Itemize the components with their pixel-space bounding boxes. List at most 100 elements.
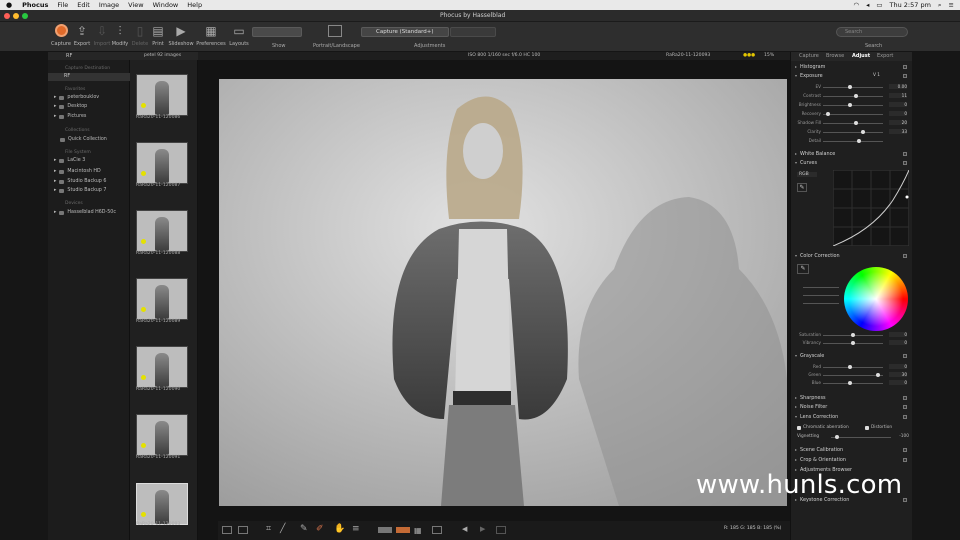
histogram-section[interactable]: ▸ Histogram [795,63,909,70]
crop-orientation-section[interactable]: ▸ Crop & Orientation [795,456,909,463]
slider-track[interactable] [823,141,883,142]
exposure-section[interactable]: ▾ Exposure V 1 [795,72,909,79]
close-window-button[interactable] [4,13,10,19]
enable-checkbox[interactable] [903,160,907,165]
tab-adjust[interactable]: Adjust [852,53,870,59]
loupe-button[interactable] [432,526,442,534]
slider-knob[interactable] [876,373,881,377]
previous-image-button[interactable]: ◀ [462,525,467,533]
enable-checkbox[interactable] [903,457,907,462]
slider-value[interactable]: 20 [889,120,907,125]
slider-track[interactable] [823,375,883,376]
menu-list-icon[interactable]: ≡ [949,1,954,9]
thumbnail[interactable] [136,278,188,320]
slider-track[interactable] [823,367,883,368]
scene-calibration-section[interactable]: ▸ Scene Calibration [795,446,909,453]
menu-file[interactable]: File [57,1,68,9]
capture-button[interactable]: Capture [50,24,72,47]
picker-tool-icon[interactable]: ✎ [300,524,308,534]
slider-value[interactable]: 0 [889,111,907,116]
capture-destination-item[interactable]: RF [48,73,130,81]
volume-item-3[interactable]: ▸ Studio Backup 7 [54,188,106,193]
slider-shadow-fill[interactable]: Shadow Fill 20 [795,120,909,126]
slider-track[interactable] [823,87,883,88]
slider-recovery[interactable]: Recovery 0 [795,111,909,117]
slider-knob[interactable] [856,139,861,143]
slider-track[interactable] [823,123,883,124]
slideshow-button[interactable]: ▶ Slideshow [168,24,194,47]
slider-knob[interactable] [861,130,866,134]
color-correction-section[interactable]: ▾ Color Correction [795,252,909,259]
white-balance-section[interactable]: ▸ White Balance [795,150,909,157]
slider-clarity[interactable]: Clarity 33 [795,129,909,135]
slider-knob[interactable] [848,381,853,385]
tab-capture[interactable]: Capture [799,53,819,59]
slider-vibrancy[interactable]: Vibrancy 0 [795,340,909,346]
rating-dots[interactable]: ●●● [743,52,755,60]
slider-value[interactable]: 30 [889,372,907,377]
slider-ev[interactable]: EV 0.00 [795,84,909,90]
menu-clock[interactable]: Thu 2:57 pm [890,1,931,9]
zoom-level[interactable]: 15% [764,52,774,60]
slider-value[interactable]: 0 [889,340,907,345]
volume-item-0[interactable]: ▸ LaCie 3 [54,158,85,163]
slider-track[interactable] [823,132,883,133]
single-view-button[interactable] [222,526,232,534]
vignetting-row[interactable]: Vignetting -100 [797,434,911,439]
minimize-window-button[interactable] [13,13,19,19]
thumbnail[interactable] [136,414,188,456]
thumbnail[interactable] [136,210,188,252]
slider-knob[interactable] [853,121,858,125]
menu-image[interactable]: Image [99,1,119,9]
compare-view-button[interactable] [238,526,248,534]
search-menu-icon[interactable]: ⌕ [938,1,942,10]
lens-correction-section[interactable]: ▾ Lens Correction [795,413,909,420]
slider-value[interactable]: 11 [889,93,907,98]
capture-preset-select[interactable]: Capture (Standard+) [361,27,449,37]
grid-button[interactable]: ▦ [414,526,422,535]
volume-item-2[interactable]: ▸ Studio Backup 6 [54,179,106,184]
hand-tool-icon[interactable]: ✋ [334,524,345,534]
slider-knob[interactable] [825,112,830,116]
tab-export[interactable]: Export [877,53,893,59]
print-button[interactable]: ▤ Print [150,24,166,47]
sharpness-section[interactable]: ▸ Sharpness [795,394,909,401]
slider-track[interactable] [823,383,883,384]
menu-help[interactable]: Help [187,1,202,9]
slider-knob[interactable] [848,365,853,369]
delete-button[interactable]: ▯ Delete [131,24,149,47]
slider-track[interactable] [823,114,883,115]
slider-value[interactable]: 0.00 [889,84,907,89]
slider-value[interactable]: 0 [889,332,907,337]
color-wheel[interactable] [844,267,908,331]
slider-value[interactable]: 0 [889,380,907,385]
exposure-preset[interactable]: V 1 [873,73,880,78]
crop-tool-icon[interactable]: ⌗ [266,524,271,534]
chromatic-aberration-checkbox[interactable]: Chromatic aberration [797,425,849,430]
search-input[interactable]: Search [836,27,908,37]
volume-icon[interactable]: ◂ [866,1,869,9]
import-button[interactable]: ⇩ Import [93,24,111,47]
volume-item-1[interactable]: ▸ Macintosh HD [54,169,101,174]
enable-checkbox[interactable] [903,447,907,452]
exposure-warning-button[interactable] [396,527,410,533]
next-image-button[interactable]: ▶ [480,525,485,533]
thumbnail[interactable] [136,142,188,184]
slider-knob[interactable] [853,94,858,98]
slider-knob[interactable] [851,333,855,337]
favorite-item-1[interactable]: ▸ Desktop [54,104,87,109]
preset-actions[interactable] [450,27,496,37]
straighten-tool-icon[interactable]: ╱ [280,524,285,534]
curves-graph[interactable] [833,170,909,246]
tab-browse[interactable]: Browse [826,53,844,59]
slider-red[interactable]: Red 0 [795,364,909,370]
enable-checkbox[interactable] [903,253,907,258]
device-item-0[interactable]: ▸ Hasselblad H6D-50c [54,210,116,215]
hue-slider-stack[interactable] [799,285,839,307]
show-view-switcher[interactable] [252,27,302,37]
curves-section[interactable]: ▾ Curves [795,159,909,166]
enable-checkbox[interactable] [903,151,907,156]
enable-checkbox[interactable] [903,414,907,419]
favorite-item-0[interactable]: ▸ peterbouklov [54,95,99,100]
enable-checkbox[interactable] [903,64,907,69]
